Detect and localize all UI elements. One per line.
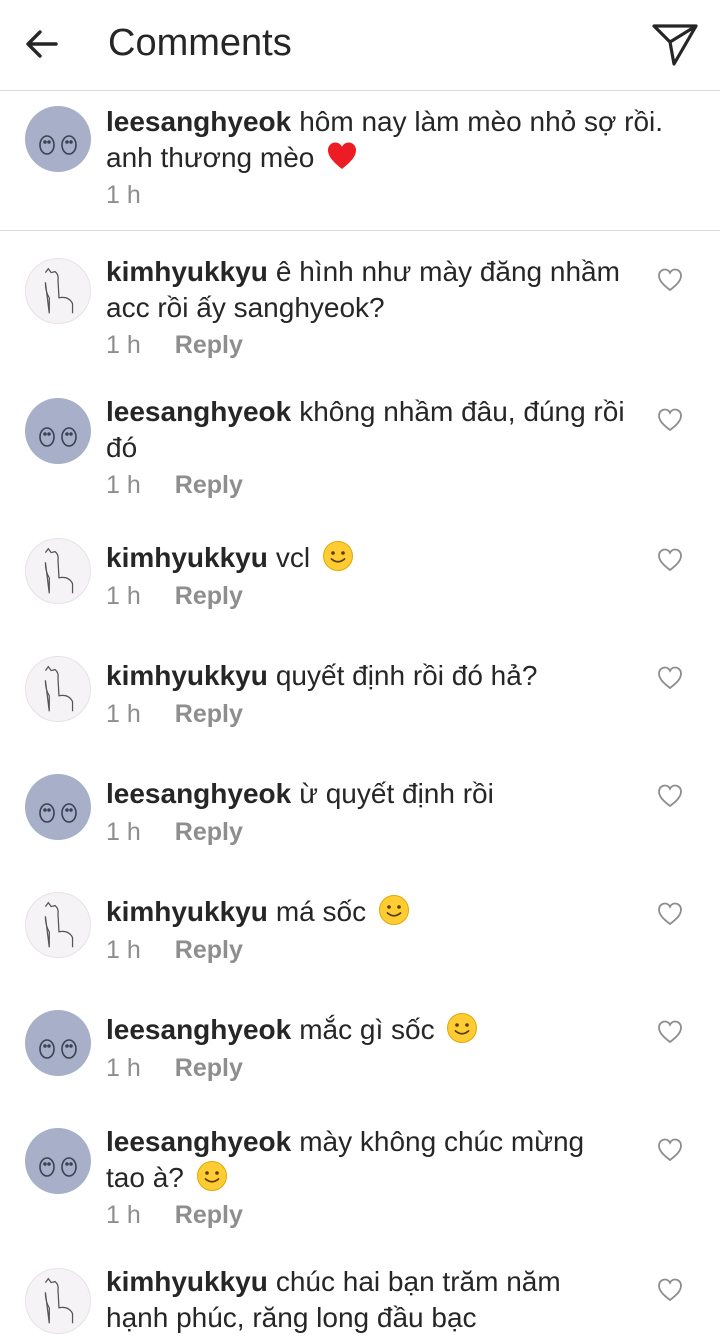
- comment-meta: 1 h Reply: [106, 581, 243, 611]
- caption-meta: 1 h: [106, 180, 141, 210]
- avatar[interactable]: [25, 398, 91, 464]
- comment-meta: 1 h Reply: [106, 935, 243, 965]
- paper-plane-icon[interactable]: [650, 20, 700, 68]
- like-heart-icon[interactable]: [656, 406, 684, 434]
- reply-button[interactable]: Reply: [175, 699, 243, 729]
- like-heart-icon[interactable]: [656, 782, 684, 810]
- comment-text: kimhyukkyu má sốc: [106, 894, 626, 930]
- username[interactable]: kimhyukkyu: [106, 896, 268, 927]
- like-heart-icon[interactable]: [656, 546, 684, 574]
- username[interactable]: leesanghyeok: [106, 1014, 291, 1045]
- red-heart-emoji: [328, 142, 357, 169]
- slight-smile-emoji: [196, 1161, 227, 1191]
- comment-text: kimhyukkyu vcl: [106, 540, 626, 576]
- comment-text: kimhyukkyu chúc hai bạn trăm năm hạnh phú…: [106, 1264, 626, 1336]
- timestamp: 1 h: [106, 471, 141, 499]
- comment-meta: 1 h Reply: [106, 470, 243, 500]
- avatar[interactable]: [25, 1010, 91, 1076]
- comment-meta: 1 h Reply: [106, 330, 243, 360]
- timestamp: 1 h: [106, 1054, 141, 1082]
- slight-smile-emoji: [378, 895, 409, 925]
- username[interactable]: kimhyukkyu: [106, 1266, 268, 1297]
- comment-text: leesanghyeok mày không chúc mừng tao à?: [106, 1124, 626, 1196]
- comment-body: quyết định rồi đó hả?: [275, 660, 538, 691]
- comment-body: vcl: [275, 542, 311, 573]
- timestamp: 1 h: [106, 582, 141, 610]
- comment-meta: 1 h Reply: [106, 1200, 243, 1230]
- like-heart-icon[interactable]: [656, 1276, 684, 1304]
- comment-body: mắc gì sốc: [299, 1014, 435, 1045]
- caption-text: leesanghyeok hôm nay làm mèo nhỏ sợ rồi. …: [106, 104, 696, 176]
- reply-button[interactable]: Reply: [175, 935, 243, 965]
- page-title: Comments: [108, 22, 292, 64]
- comment-body: má sốc: [275, 896, 367, 927]
- slight-smile-emoji: [322, 541, 353, 571]
- arrow-left-icon[interactable]: [22, 24, 62, 64]
- comment-meta: 1 h Reply: [106, 817, 243, 847]
- username[interactable]: leesanghyeok: [106, 396, 291, 427]
- slight-smile-emoji: [447, 1013, 478, 1043]
- comment-text: leesanghyeok mắc gì sốc: [106, 1012, 626, 1048]
- comment-text: kimhyukkyu ê hình như mày đăng nhầm acc r…: [106, 254, 626, 326]
- avatar[interactable]: [25, 774, 91, 840]
- username[interactable]: leesanghyeok: [106, 1126, 291, 1157]
- timestamp: 1 h: [106, 936, 141, 964]
- username[interactable]: kimhyukkyu: [106, 542, 268, 573]
- avatar[interactable]: [25, 1268, 91, 1334]
- reply-button[interactable]: Reply: [175, 1200, 243, 1230]
- avatar[interactable]: [25, 892, 91, 958]
- timestamp: 1 h: [106, 818, 141, 846]
- top-bar: Comments: [0, 0, 720, 91]
- avatar[interactable]: [25, 538, 91, 604]
- reply-button[interactable]: Reply: [175, 817, 243, 847]
- comment-text: kimhyukkyu quyết định rồi đó hả?: [106, 658, 626, 694]
- reply-button[interactable]: Reply: [175, 470, 243, 500]
- timestamp: 1 h: [106, 331, 141, 359]
- comment-meta: 1 h Reply: [106, 1053, 243, 1083]
- username[interactable]: leesanghyeok: [106, 778, 291, 809]
- avatar[interactable]: [25, 258, 91, 324]
- comment-text: leesanghyeok không nhầm đâu, đúng rồi đó: [106, 394, 626, 466]
- avatar[interactable]: [25, 1128, 91, 1194]
- timestamp: 1 h: [106, 181, 141, 209]
- timestamp: 1 h: [106, 1201, 141, 1229]
- username[interactable]: leesanghyeok: [106, 106, 291, 137]
- comment-text: leesanghyeok ừ quyết định rồi: [106, 776, 626, 812]
- like-heart-icon[interactable]: [656, 664, 684, 692]
- like-heart-icon[interactable]: [656, 1136, 684, 1164]
- like-heart-icon[interactable]: [656, 1018, 684, 1046]
- username[interactable]: kimhyukkyu: [106, 256, 268, 287]
- reply-button[interactable]: Reply: [175, 581, 243, 611]
- post-caption: leesanghyeok hôm nay làm mèo nhỏ sợ rồi. …: [0, 90, 720, 231]
- reply-button[interactable]: Reply: [175, 330, 243, 360]
- like-heart-icon[interactable]: [656, 266, 684, 294]
- comment-meta: 1 h Reply: [106, 699, 243, 729]
- username[interactable]: kimhyukkyu: [106, 660, 268, 691]
- reply-button[interactable]: Reply: [175, 1053, 243, 1083]
- comment-body: ừ quyết định rồi: [299, 778, 494, 809]
- like-heart-icon[interactable]: [656, 900, 684, 928]
- avatar[interactable]: [25, 656, 91, 722]
- timestamp: 1 h: [106, 700, 141, 728]
- avatar[interactable]: [25, 106, 91, 172]
